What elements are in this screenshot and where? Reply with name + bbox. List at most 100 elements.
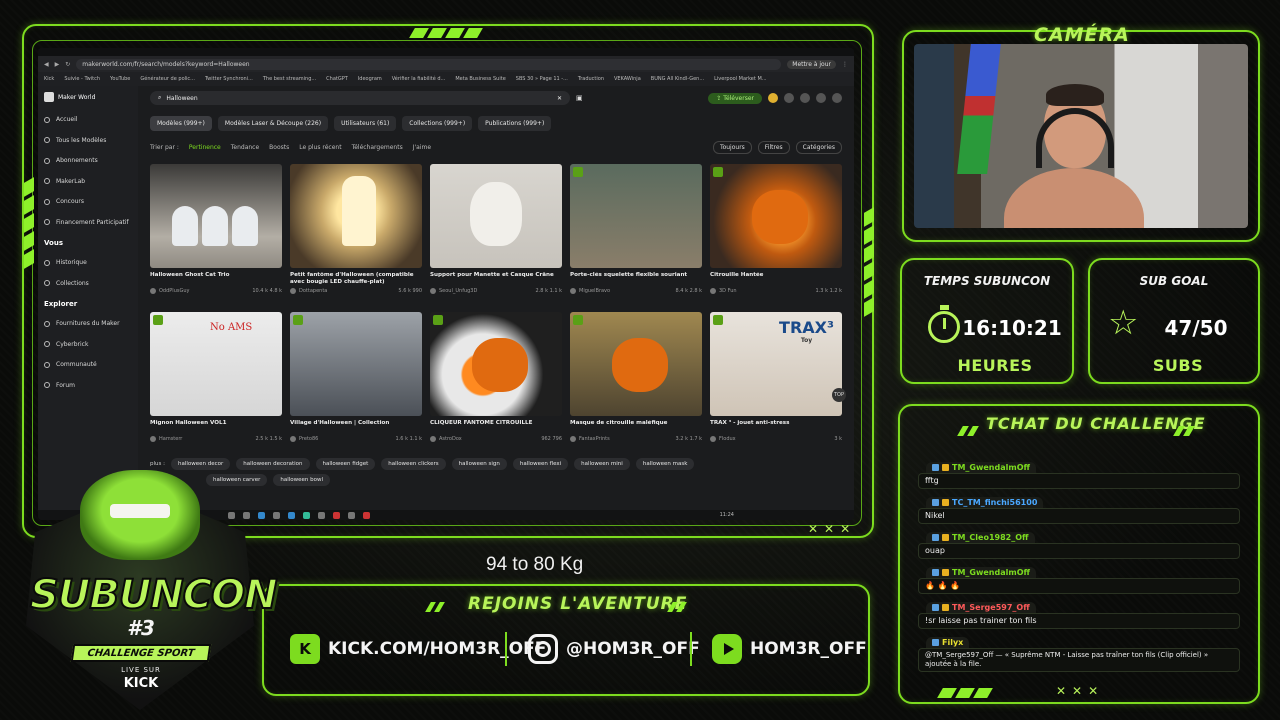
update-button[interactable]: Mettre à jour — [787, 59, 836, 69]
model-title[interactable]: Masque de citrouille maléfique — [570, 420, 702, 434]
chat-username-row[interactable]: TC_TM_finchi56100 — [926, 497, 1044, 508]
model-card[interactable]: Support pour Manette et Casque Crâne Seou… — [430, 164, 562, 304]
model-title[interactable]: Petit fantôme d'Halloween (compatible av… — [290, 272, 422, 286]
model-author[interactable]: MiguelBravo — [570, 288, 610, 294]
avatar[interactable] — [832, 93, 842, 103]
model-author[interactable]: Hamsterr — [150, 436, 182, 442]
taskbar-app-icon[interactable] — [273, 511, 280, 519]
related-chip[interactable]: halloween flexi — [512, 458, 569, 470]
model-card[interactable]: Halloween Ghost Cat Trio OddPlusGuy 10.4 k… — [150, 164, 282, 304]
model-thumbnail-image[interactable] — [430, 312, 562, 416]
related-chip[interactable]: halloween clickers — [381, 458, 446, 470]
instagram-link[interactable]: @HOM3R_OFF — [528, 634, 700, 664]
tab-2[interactable]: Utilisateurs (61) — [334, 116, 397, 131]
back-to-top-button[interactable]: TOP — [832, 388, 846, 402]
model-title[interactable]: Village d'Halloween | Collection — [290, 420, 422, 434]
related-chip[interactable]: halloween sign — [451, 458, 507, 470]
clear-icon[interactable]: ✕ — [557, 95, 562, 102]
site-logo[interactable]: Maker World — [44, 92, 132, 102]
sidebar-item[interactable]: Tous les Modèles — [44, 137, 132, 145]
sidebar-item[interactable]: Cyberbrick — [44, 341, 132, 349]
sort-option[interactable]: Le plus récent — [299, 144, 341, 151]
sort-option[interactable]: Boosts — [269, 144, 289, 151]
related-chip[interactable]: halloween fidget — [315, 458, 376, 470]
bookmark-item[interactable]: Meta Business Suite — [455, 76, 505, 82]
sidebar-item[interactable]: Financement Participatif — [44, 219, 132, 227]
model-card[interactable]: No AMS Mignon Halloween VOL1 Hamsterr 2.5 k… — [150, 312, 282, 452]
tab-3[interactable]: Collections (999+) — [402, 116, 473, 131]
sidebar-item[interactable]: Historique — [44, 259, 132, 267]
model-title[interactable]: Halloween Ghost Cat Trio — [150, 272, 282, 286]
sort-option[interactable]: Pertinence — [189, 144, 221, 151]
bookmark-item[interactable]: ChatGPT — [326, 76, 348, 82]
filter-pill[interactable]: Catégories — [795, 141, 842, 154]
tab-0[interactable]: Modèles (999+) — [150, 116, 212, 131]
bookmark-item[interactable]: The best streaming... — [263, 76, 316, 82]
bookmark-item[interactable]: SBS 30 » Page 11 -... — [516, 76, 568, 82]
related-chip[interactable]: halloween mini — [574, 458, 630, 470]
model-title[interactable]: Porte-clés squelette flexible souriant — [570, 272, 702, 286]
points-icon[interactable] — [768, 93, 778, 103]
model-title[interactable]: TRAX ³ - jouet anti-stress — [710, 420, 842, 434]
sort-option[interactable]: Téléchargements — [352, 144, 403, 151]
chat-username-row[interactable]: Filyx — [926, 637, 970, 648]
sidebar-item[interactable]: Abonnements — [44, 157, 132, 165]
model-author[interactable]: Flodux — [710, 436, 736, 442]
taskbar-app-icon[interactable] — [333, 511, 340, 519]
chat-username[interactable]: TM_GwendalmOff — [952, 568, 1030, 577]
tab-1[interactable]: Modèles Laser & Découpe (226) — [217, 116, 329, 131]
bookmark-item[interactable]: Suivie - Twitch — [64, 76, 100, 82]
model-thumbnail-image[interactable] — [150, 164, 282, 268]
youtube-link[interactable]: HOM3R_OFF — [712, 634, 867, 664]
model-card[interactable]: CLIQUEUR FANTÔME CITROUILLE AstroDox 962 7… — [430, 312, 562, 452]
sort-option[interactable]: Tendance — [231, 144, 259, 151]
chat-username[interactable]: Filyx — [942, 638, 963, 647]
chat-username-row[interactable]: TM_Cleo1982_Off — [926, 532, 1035, 543]
taskbar-app-icon[interactable] — [348, 511, 355, 519]
chat-username-row[interactable]: TM_Serge597_Off — [926, 602, 1036, 613]
tab-4[interactable]: Publications (999+) — [478, 116, 552, 131]
chat-username[interactable]: TM_GwendalmOff — [952, 463, 1030, 472]
model-author[interactable]: Seoul_Unfug3D — [430, 288, 477, 294]
taskbar-app-icon[interactable] — [288, 511, 295, 519]
model-title[interactable]: Support pour Manette et Casque Crâne — [430, 272, 562, 286]
upload-button[interactable]: ⇪ Téléverser — [708, 92, 762, 104]
taskbar-app-icon[interactable] — [363, 511, 370, 519]
bookmark-item[interactable]: Traduction — [578, 76, 604, 82]
taskbar-app-icon[interactable] — [318, 511, 325, 519]
search-input[interactable]: ⌕ Halloween ✕ — [150, 91, 570, 105]
model-card[interactable]: TRAX³ Toy TRAX ³ - jouet anti-stress Flodux… — [710, 312, 842, 452]
sidebar-item[interactable]: Communauté — [44, 361, 132, 369]
model-author[interactable]: Dottapenta — [290, 288, 327, 294]
taskbar-app-icon[interactable] — [303, 511, 310, 519]
filter-pill[interactable]: Filtres — [757, 141, 790, 154]
model-card[interactable]: Masque de citrouille maléfique FantaxPrin… — [570, 312, 702, 452]
sidebar-item[interactable]: MakerLab — [44, 178, 132, 186]
model-thumbnail-image[interactable]: No AMS — [150, 312, 282, 416]
bookmark-item[interactable]: Twitter Synchroni... — [205, 76, 253, 82]
sidebar-item[interactable]: Forum — [44, 382, 132, 390]
model-card[interactable]: Village d'Halloween | Collection Preto86 1… — [290, 312, 422, 452]
model-thumbnail-image[interactable] — [430, 164, 562, 268]
kick-link[interactable]: K KICK.COM/HOM3R_OFF — [290, 634, 546, 664]
model-title[interactable]: Citrouille Hantée — [710, 272, 842, 286]
reload-icon[interactable]: ↻ — [65, 61, 70, 68]
chat-username[interactable]: TC_TM_finchi56100 — [952, 498, 1037, 507]
bookmark-item[interactable]: Liverpool Market M... — [714, 76, 766, 82]
model-card[interactable]: Petit fantôme d'Halloween (compatible av… — [290, 164, 422, 304]
model-author[interactable]: 3D Fun — [710, 288, 737, 294]
model-thumbnail-image[interactable] — [570, 312, 702, 416]
chat-username-row[interactable]: TM_GwendalmOff — [926, 462, 1036, 473]
sidebar-item[interactable]: Accueil — [44, 116, 132, 124]
bookmark-item[interactable]: BUNG All Kindl-Gen... — [651, 76, 704, 82]
related-chip[interactable]: halloween mask — [635, 458, 695, 470]
messages-icon[interactable] — [816, 93, 826, 103]
bookmark-item[interactable]: Générateur de polic... — [140, 76, 195, 82]
bookmark-item[interactable]: YouTube — [110, 76, 130, 82]
model-thumbnail-image[interactable]: TRAX³ Toy — [710, 312, 842, 416]
model-author[interactable]: FantaxPrints — [570, 436, 610, 442]
bookmark-item[interactable]: Ideogram — [358, 76, 382, 82]
model-author[interactable]: Preto86 — [290, 436, 318, 442]
model-title[interactable]: Mignon Halloween VOL1 — [150, 420, 282, 434]
url-field[interactable]: makerworld.com/fr/search/models?keyword=… — [76, 58, 782, 70]
